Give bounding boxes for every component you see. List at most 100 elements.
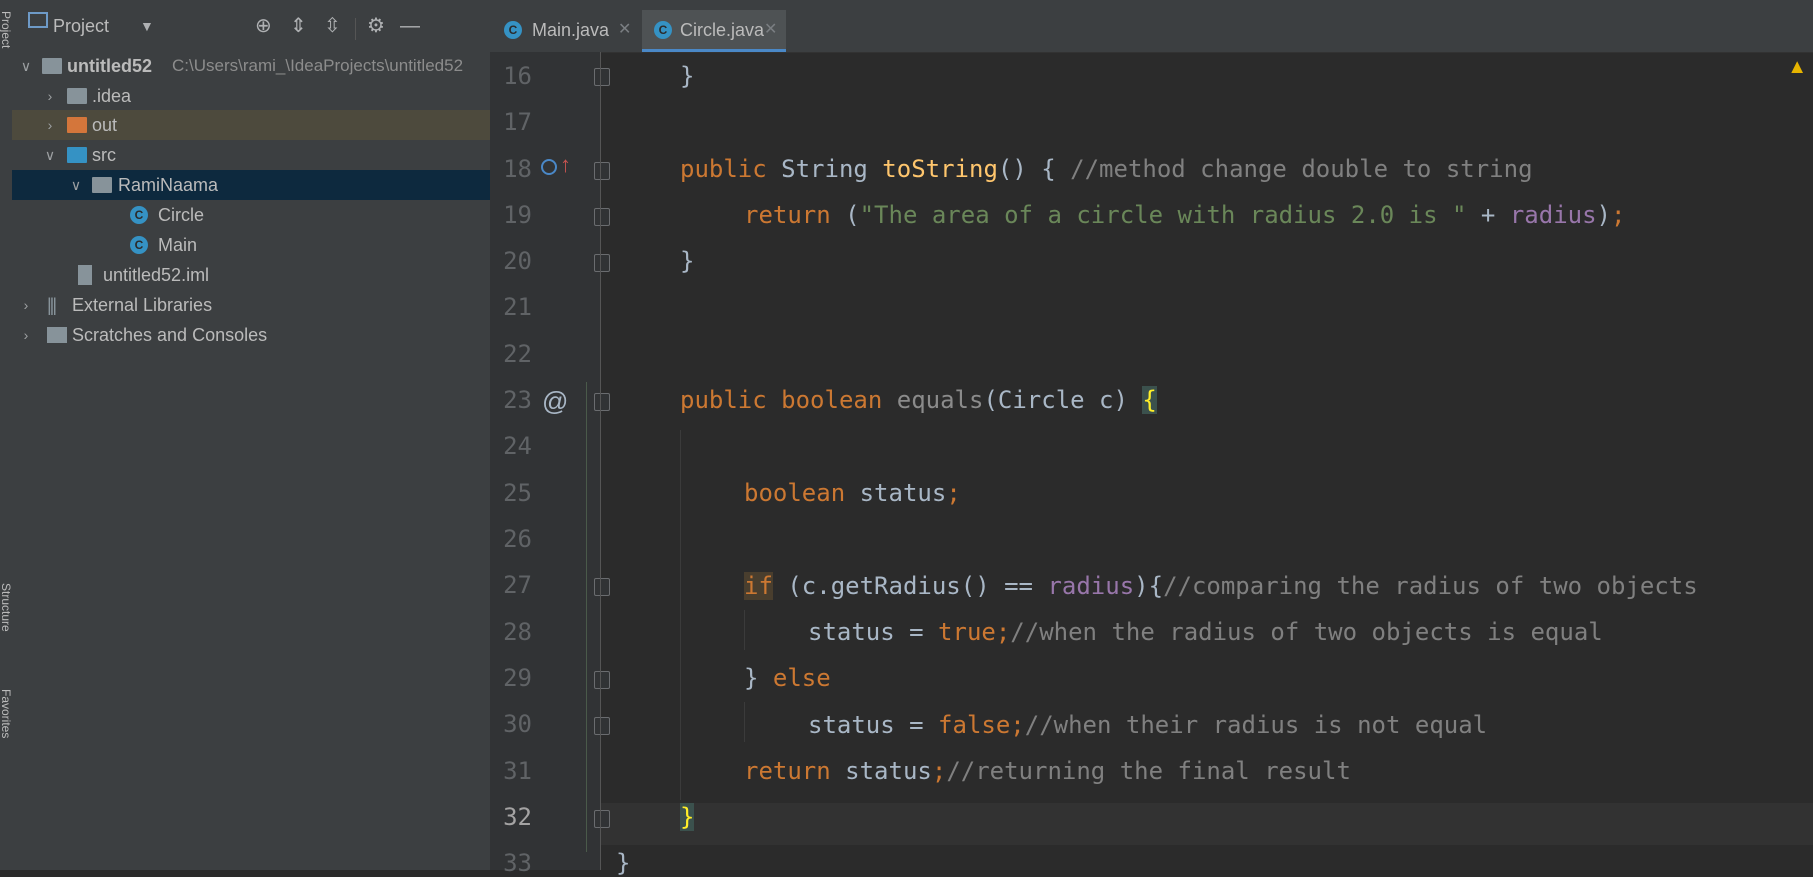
code-token: ( [830,201,860,229]
code-token: return [744,757,831,785]
code-line-33[interactable]: } [616,849,630,877]
annotation-at-icon[interactable]: @ [542,386,568,417]
folder-icon [67,88,87,104]
code-token: public [680,155,767,183]
tree-item-external-libraries[interactable]: › ||| External Libraries [12,290,490,320]
code-token: toString [882,155,998,183]
line-number: 26 [503,525,532,553]
tree-item-main[interactable]: C Main [12,230,490,260]
line-number: 24 [503,432,532,460]
code-line-19[interactable]: return ("The area of a circle with radiu… [744,201,1625,229]
line-number: 33 [503,849,532,877]
change-marker [586,382,587,852]
chevron-right-icon[interactable]: › [42,81,58,111]
package-icon [92,177,112,193]
code-token: false; [938,711,1025,739]
matched-brace: } [680,803,695,831]
fold-marker-icon[interactable] [594,254,610,272]
code-token: } [744,664,773,692]
chevron-down-icon[interactable]: ∨ [68,170,84,200]
code-line-20[interactable]: } [680,247,694,275]
tree-item-package[interactable]: ∨ RamiNaama [12,170,490,200]
code-comment: //when the radius of two objects is equa… [1010,618,1603,646]
chevron-right-icon[interactable]: › [42,110,58,140]
editor-gutter: 16 17 18 19 20 21 22 23 24 25 26 27 28 2… [490,52,610,877]
line-number: 27 [503,571,532,599]
line-number: 18 [503,155,532,183]
code-line-16[interactable]: } [680,62,694,90]
tree-item-idea[interactable]: › .idea [12,81,490,111]
warning-icon[interactable]: ▲ [1787,56,1807,79]
collapse-all-icon[interactable]: ⇳ [324,6,341,46]
code-token: return [744,201,831,229]
hide-panel-icon[interactable]: — [400,6,420,46]
fold-marker-icon[interactable] [594,208,610,226]
code-string: "The area of a circle with radius 2.0 is… [859,201,1467,229]
fold-marker-icon[interactable] [594,671,610,689]
chevron-down-icon[interactable]: ∨ [18,51,34,81]
code-token: (c.getRadius() == [772,572,1048,600]
code-comment: //method change double to string [1070,155,1533,183]
code-line-31[interactable]: return status;//returning the final resu… [744,757,1351,785]
tree-item-scratches[interactable]: › Scratches and Consoles [12,320,490,350]
code-line-18[interactable]: public String toString() { //method chan… [680,155,1533,183]
code-token: status = [808,711,939,739]
code-line-30[interactable]: status = false;//when their radius is no… [808,711,1487,739]
overrides-method-icon[interactable] [541,159,557,175]
chevron-right-icon[interactable]: › [18,320,34,350]
line-number: 23 [503,386,532,414]
code-field: radius [1509,201,1597,229]
code-line-25[interactable]: boolean status; [744,479,961,507]
indent-guide [744,702,745,742]
tree-item-src[interactable]: ∨ src [12,140,490,170]
tree-item-label: out [92,115,118,135]
code-line-23[interactable]: public boolean equals(Circle c) { [680,386,1157,414]
header-divider [355,18,356,40]
indent-guide [680,430,681,800]
code-field: radius [1047,572,1135,600]
code-comment: //comparing the radius of two objects [1163,572,1698,600]
close-icon[interactable]: ✕ [764,10,777,50]
expand-all-icon[interactable]: ⇕ [290,6,307,46]
gutter-divider [600,52,601,870]
project-path: C:\Users\rami_\IdeaProjects\untitled52 [172,56,464,75]
tab-main-java[interactable]: C Main.java ✕ [490,10,640,52]
line-number: 29 [503,664,532,692]
tab-circle-java[interactable]: C Circle.java ✕ [642,10,786,52]
fold-marker-icon[interactable] [594,162,610,180]
fold-marker-icon[interactable] [594,68,610,86]
chevron-down-icon[interactable]: ∨ [42,140,58,170]
code-token: equals [882,386,984,414]
code-token: + [1466,201,1510,229]
tab-label: Main.java [532,20,610,40]
class-icon: C [130,206,148,224]
code-token: () { [997,155,1071,183]
code-line-27[interactable]: if (c.getRadius() == radius){//comparing… [744,572,1698,600]
fold-marker-icon[interactable] [594,717,610,735]
runnable-class-icon: C [130,236,148,254]
module-folder-icon [42,58,62,74]
editor-area: C Main.java ✕ C Circle.java ✕ 16 17 18 1… [490,0,1813,877]
tree-item-circle[interactable]: C Circle [12,200,490,230]
fold-marker-icon[interactable] [594,578,610,596]
tab-label: Circle.java [680,20,765,40]
close-icon[interactable]: ✕ [618,10,631,50]
fold-marker-icon[interactable] [594,810,610,828]
line-number: 25 [503,479,532,507]
line-number: 30 [503,710,532,738]
tree-item-iml[interactable]: untitled52.iml [12,260,490,290]
code-line-29[interactable]: } else [744,664,831,692]
code-token: boolean [744,479,846,507]
code-line-28[interactable]: status = true;//when the radius of two o… [808,618,1603,646]
tree-item-project-root[interactable]: ∨ untitled52 C:\Users\rami_\IdeaProjects… [12,51,490,81]
view-dropdown-icon[interactable]: ▼ [140,0,154,52]
code-line-32[interactable]: } [680,803,695,831]
locate-file-icon[interactable]: ⊕ [255,6,272,46]
fold-marker-icon[interactable] [594,393,610,411]
chevron-right-icon[interactable]: › [18,290,34,320]
arrow-up-icon[interactable]: ↑ [560,152,571,178]
code-comment: //when their radius is not equal [1024,711,1488,739]
project-panel-title[interactable]: Project [53,0,109,52]
tree-item-out[interactable]: › out [12,110,490,140]
gear-icon[interactable]: ⚙ [367,6,385,46]
